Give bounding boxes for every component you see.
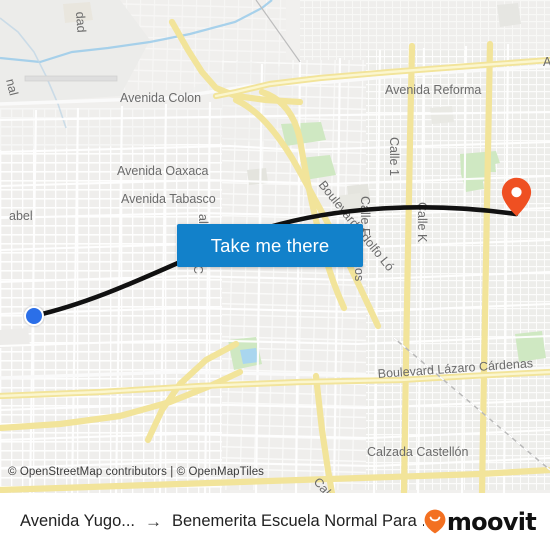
moovit-pin-icon bbox=[424, 509, 446, 534]
map-label: abel bbox=[9, 209, 33, 223]
map-pin-icon bbox=[501, 177, 532, 217]
map-label: Avenida Colon bbox=[120, 91, 201, 105]
moovit-wordmark: moovit bbox=[446, 507, 537, 536]
bottom-bar: Avenida Yugo... → Benemerita Escuela Nor… bbox=[0, 493, 550, 550]
destination-marker[interactable] bbox=[501, 177, 532, 217]
moovit-logo[interactable]: moovit bbox=[424, 509, 550, 534]
take-me-there-button[interactable]: Take me there bbox=[177, 224, 363, 267]
map-label: Av bbox=[543, 55, 550, 69]
map-label: Avenida Reforma bbox=[385, 83, 481, 97]
route-origin-name: Avenida Yugo... bbox=[20, 512, 135, 530]
map-label: Avenida Oaxaca bbox=[117, 164, 209, 178]
map-attribution[interactable]: © OpenStreetMap contributors | © OpenMap… bbox=[8, 466, 264, 478]
route-destination-name: Benemerita Escuela Normal Para ... bbox=[172, 512, 424, 530]
map-label: dad bbox=[73, 11, 88, 33]
arrow-right-icon: → bbox=[145, 512, 162, 531]
map-label: Calle 1 bbox=[387, 137, 401, 176]
map-label: os bbox=[352, 268, 366, 281]
origin-marker[interactable] bbox=[24, 306, 44, 326]
map-label: al bbox=[196, 214, 210, 224]
route-title: Avenida Yugo... → Benemerita Escuela Nor… bbox=[0, 512, 424, 531]
origin-dot-icon bbox=[24, 306, 44, 326]
map-label: Avenida Tabasco bbox=[121, 192, 216, 206]
map-directions-screen: Avenida Colon Avenida Oaxaca Avenida Tabas… bbox=[0, 0, 550, 550]
map-label: Calzada Castellón bbox=[367, 445, 468, 459]
